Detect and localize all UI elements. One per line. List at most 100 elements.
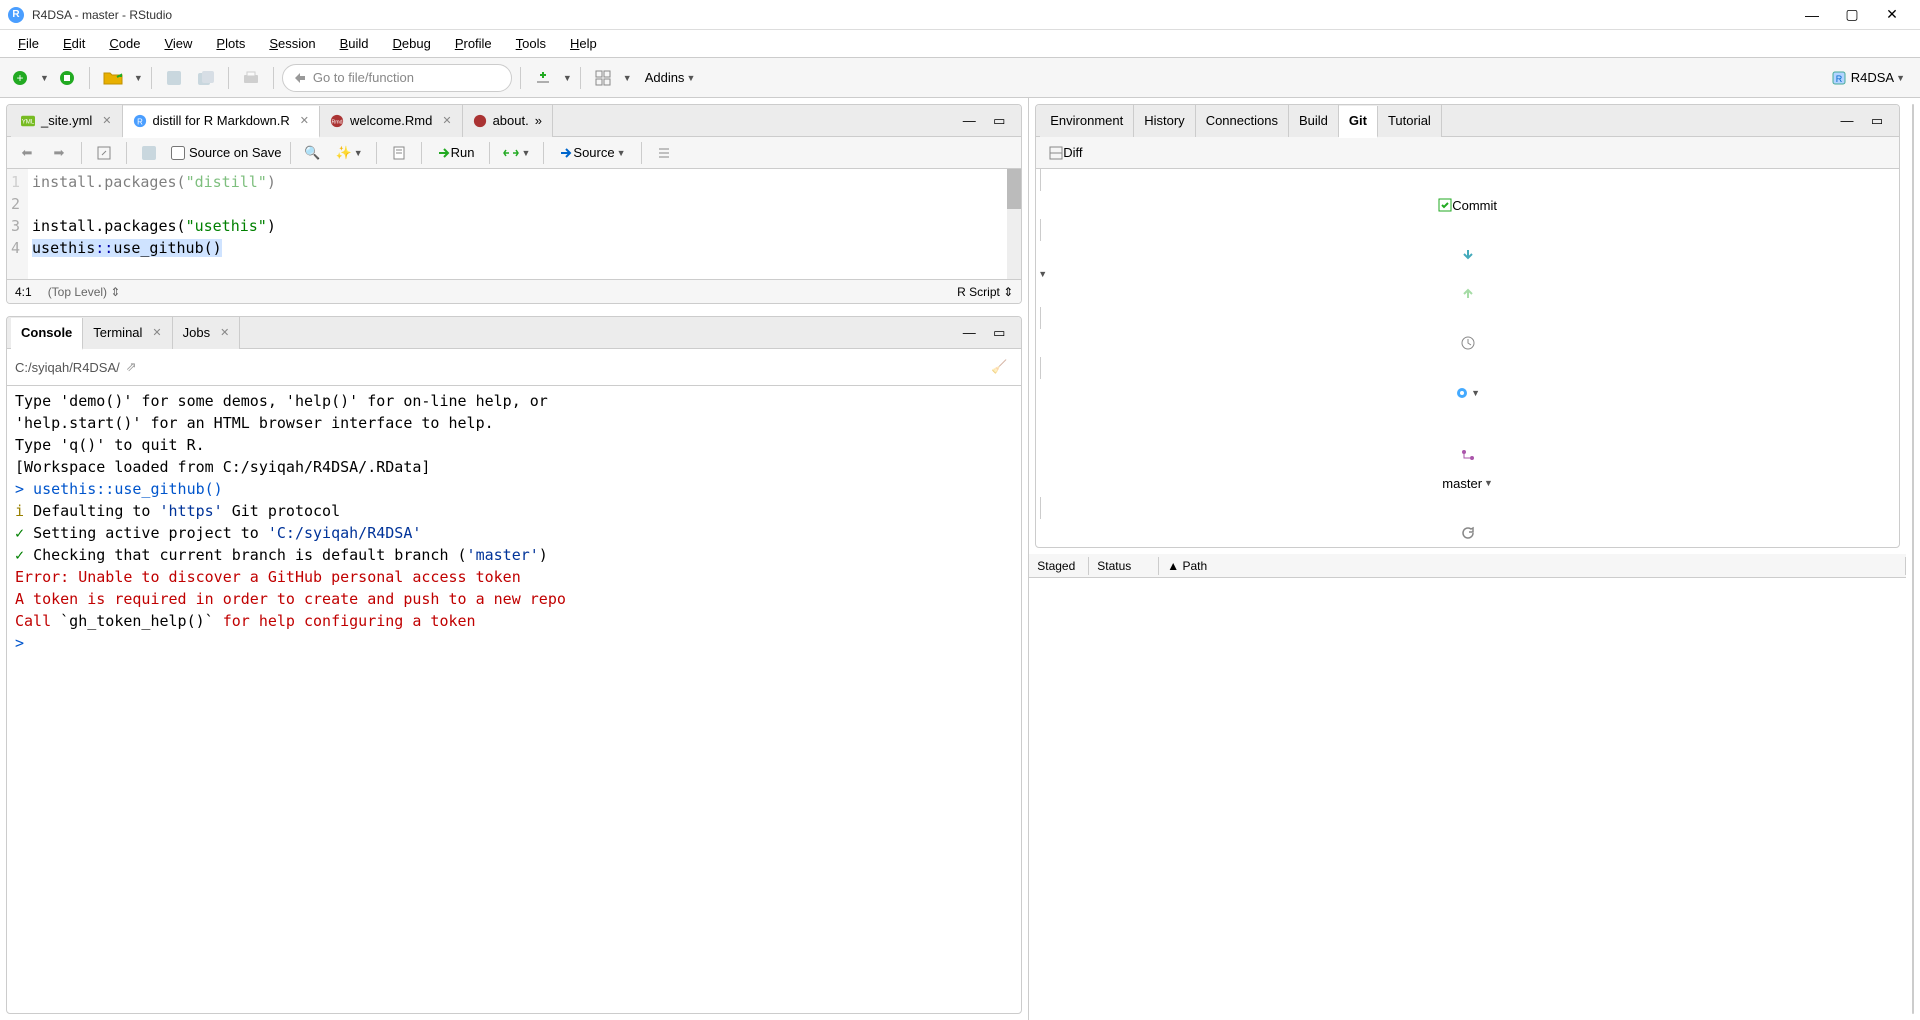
line-number: 3	[11, 215, 20, 237]
git-history-icon[interactable]	[1036, 329, 1899, 357]
close-tab-icon[interactable]: ✕	[102, 114, 111, 127]
col-name[interactable]: ▲ Name	[1913, 211, 1914, 239]
pane-layout-dropdown[interactable]: ▼	[623, 73, 632, 83]
minimize-pane-icon[interactable]: —	[955, 319, 983, 347]
wand-icon[interactable]: ✨ ▼	[331, 139, 368, 167]
tab-console[interactable]: Console	[11, 318, 83, 350]
maximize-pane-icon[interactable]: ▭	[1863, 107, 1891, 135]
insert-dropdown[interactable]: ▼	[563, 73, 572, 83]
git-diff-button[interactable]: Diff	[1042, 139, 1089, 167]
close-tab-icon[interactable]: ✕	[300, 114, 309, 127]
clear-console-icon[interactable]: 🧹	[985, 353, 1013, 381]
code-editor[interactable]: install.packages("distill") install.pack…	[28, 169, 1007, 279]
notebook-icon[interactable]	[385, 139, 413, 167]
window-title: R4DSA - master - RStudio	[32, 8, 1792, 22]
console-output[interactable]: Type 'demo()' for some demos, 'help()' f…	[7, 386, 1021, 1013]
show-in-new-window-icon[interactable]	[90, 139, 118, 167]
tab-git[interactable]: Git	[1339, 106, 1378, 138]
minimize-button[interactable]: —	[1792, 7, 1832, 23]
tab-connections[interactable]: Connections	[1196, 105, 1289, 137]
menu-view[interactable]: View	[152, 32, 204, 55]
tab-terminal[interactable]: Terminal✕	[83, 317, 172, 349]
console-wd-link-icon[interactable]: ⇗	[126, 359, 137, 375]
tab-jobs[interactable]: Jobs✕	[173, 317, 241, 349]
git-more-icon[interactable]: ▼	[1036, 379, 1899, 407]
rerun-icon[interactable]: ▼	[498, 139, 535, 167]
svg-text:+: +	[16, 71, 23, 85]
col-staged[interactable]: Staged	[1029, 557, 1089, 575]
tab-about[interactable]: about.»	[463, 105, 553, 137]
tab-welcome-rmd[interactable]: Rmdwelcome.Rmd✕	[320, 105, 463, 137]
menu-tools[interactable]: Tools	[504, 32, 558, 55]
find-icon[interactable]: 🔍	[299, 139, 327, 167]
insert-section-button[interactable]	[529, 64, 557, 92]
maximize-button[interactable]: ▢	[1832, 6, 1872, 23]
refresh-icon[interactable]	[1036, 519, 1899, 547]
minimize-pane-icon[interactable]: —	[955, 107, 983, 135]
git-commit-button[interactable]: Commit	[1036, 191, 1899, 219]
maximize-pane-icon[interactable]: ▭	[985, 107, 1013, 135]
editor-scrollbar[interactable]	[1007, 169, 1021, 209]
more-tabs-icon[interactable]: »	[535, 113, 542, 128]
print-button[interactable]	[237, 64, 265, 92]
addins-button[interactable]: Addins ▼	[636, 64, 705, 92]
files-breadcrumb: › C: › syiqah › R4DSA ⋯	[1913, 176, 1914, 213]
git-push-icon[interactable]	[1036, 279, 1899, 307]
goto-file-function-input[interactable]: Go to file/function	[282, 64, 512, 92]
save-button[interactable]	[160, 64, 188, 92]
new-file-dropdown[interactable]: ▼	[40, 73, 49, 83]
git-changes-list	[1029, 578, 1906, 1020]
menu-profile[interactable]: Profile	[443, 32, 504, 55]
svg-text:R: R	[137, 117, 143, 126]
source-on-save-checkbox[interactable]: Source on Save	[171, 145, 282, 160]
col-status[interactable]: Status	[1089, 557, 1159, 575]
tab-build[interactable]: Build	[1289, 105, 1339, 137]
grid-button[interactable]	[589, 64, 617, 92]
menu-session[interactable]: Session	[257, 32, 327, 55]
file-type-selector[interactable]: R Script ⇕	[957, 285, 1013, 299]
branch-selector[interactable]: master ▼	[1036, 469, 1899, 497]
run-button[interactable]: Run	[430, 139, 482, 167]
scope-selector[interactable]: (Top Level) ⇕	[48, 285, 121, 299]
maximize-pane-icon[interactable]: ▭	[985, 319, 1013, 347]
git-pull-icon[interactable]	[1036, 241, 1899, 269]
line-number: 4	[11, 237, 20, 259]
source-button[interactable]: Source ▼	[552, 139, 632, 167]
rstudio-app-icon: R	[8, 7, 24, 23]
svg-text:YML: YML	[22, 118, 35, 125]
open-recent-dropdown[interactable]: ▼	[134, 73, 143, 83]
menu-plots[interactable]: Plots	[204, 32, 257, 55]
open-file-button[interactable]	[98, 64, 128, 92]
tab-environment[interactable]: Environment	[1040, 105, 1134, 137]
menu-edit[interactable]: Edit	[51, 32, 97, 55]
tab-site-yml[interactable]: YML_site.yml✕	[11, 105, 123, 137]
menu-debug[interactable]: Debug	[381, 32, 443, 55]
svg-text:R: R	[1835, 74, 1842, 84]
minimize-pane-icon[interactable]: —	[1833, 107, 1861, 135]
save-all-button[interactable]	[192, 64, 220, 92]
new-file-button[interactable]: +	[6, 64, 34, 92]
menu-build[interactable]: Build	[328, 32, 381, 55]
tab-tutorial[interactable]: Tutorial	[1378, 105, 1442, 137]
col-path[interactable]: ▲ Path	[1159, 557, 1906, 575]
new-project-button[interactable]	[53, 64, 81, 92]
project-menu[interactable]: RR4DSA ▼	[1822, 64, 1914, 92]
tab-history[interactable]: History	[1134, 105, 1195, 137]
menu-file[interactable]: File	[6, 32, 51, 55]
svg-text:Rmd: Rmd	[331, 119, 342, 125]
console-wd: C:/syiqah/R4DSA/	[15, 360, 120, 375]
editor-save-button[interactable]	[135, 139, 163, 167]
menu-bar: File Edit Code View Plots Session Build …	[0, 30, 1920, 58]
editor-tabs: YML_site.yml✕ Rdistill for R Markdown.R✕…	[7, 105, 1021, 137]
forward-button[interactable]: ➡	[45, 139, 73, 167]
new-branch-icon[interactable]	[1036, 441, 1899, 469]
tab-distill-r[interactable]: Rdistill for R Markdown.R✕	[123, 106, 320, 138]
outline-icon[interactable]	[650, 139, 678, 167]
menu-code[interactable]: Code	[97, 32, 152, 55]
back-button[interactable]: ⬅	[13, 139, 41, 167]
close-tab-icon[interactable]: ✕	[442, 114, 451, 127]
close-window-button[interactable]: ✕	[1872, 6, 1912, 23]
main-toolbar: + ▼ ▼ Go to file/function ▼ ▼ Addins ▼ R…	[0, 58, 1920, 98]
line-number: 1	[11, 171, 20, 193]
menu-help[interactable]: Help	[558, 32, 609, 55]
